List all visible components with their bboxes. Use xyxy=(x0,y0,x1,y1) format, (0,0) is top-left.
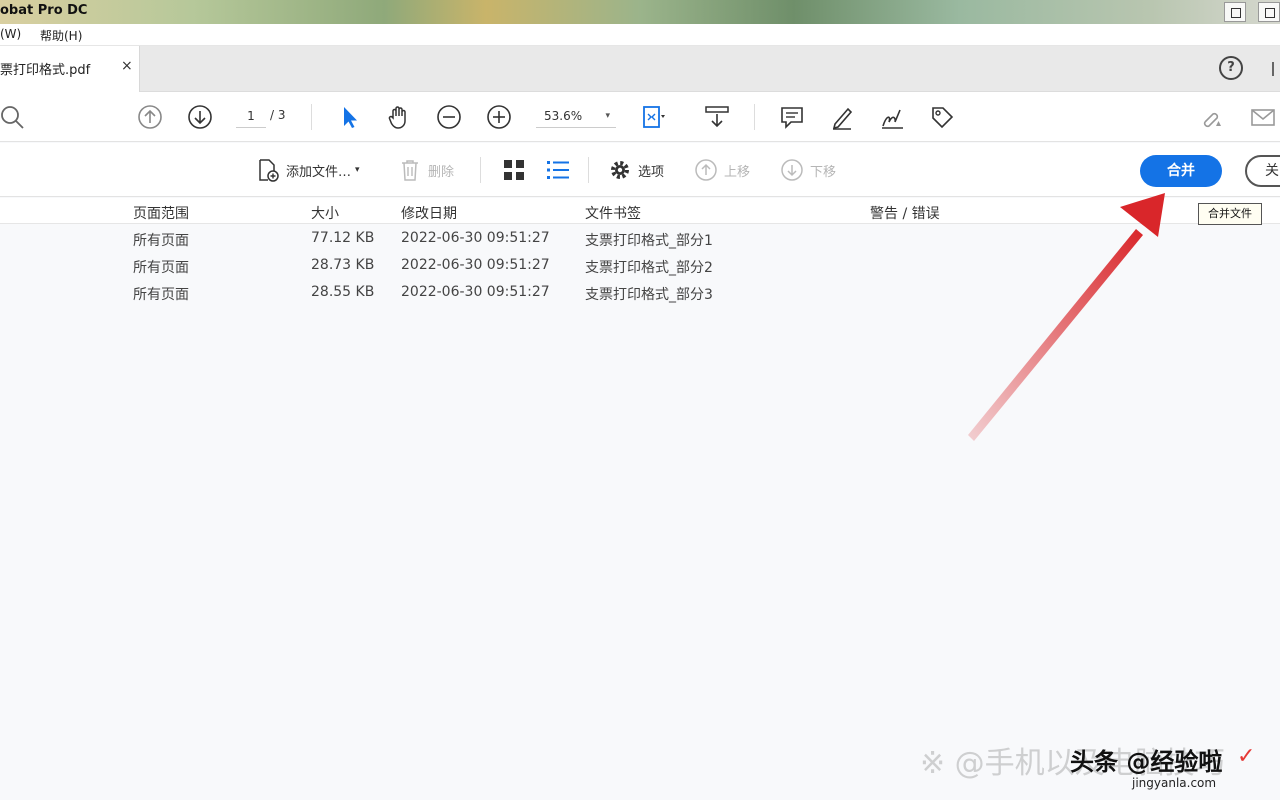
restore-button[interactable] xyxy=(1258,2,1280,22)
zoom-value: 53.6% xyxy=(544,109,583,123)
watermark-site: jingyanla.com xyxy=(1132,776,1217,790)
minimize-button[interactable] xyxy=(1224,2,1246,22)
arrow-down-circle-icon xyxy=(781,159,803,181)
page-number-input[interactable]: 1 xyxy=(236,106,266,128)
page-down-icon[interactable] xyxy=(187,104,213,130)
help-icon[interactable]: ? xyxy=(1219,56,1243,80)
page-total: / 3 xyxy=(270,108,286,122)
column-header-warnings[interactable]: 警告 / 错误 xyxy=(870,203,940,223)
divider xyxy=(754,104,755,130)
close-tab-icon[interactable]: × xyxy=(121,58,133,74)
cell-page-range: 所有页面 xyxy=(133,287,189,303)
options-button[interactable]: 选项 xyxy=(608,157,664,183)
cell-bookmark: 支票打印格式_部分3 xyxy=(585,287,713,303)
sign-icon[interactable] xyxy=(879,104,905,130)
cell-modified: 2022-06-30 09:51:27 xyxy=(401,230,550,246)
mail-icon[interactable] xyxy=(1250,104,1276,130)
tab-bar: 票打印格式.pdf × ? xyxy=(0,46,1280,92)
red-annotation-arrow xyxy=(968,193,1165,441)
arrow-up-circle-icon xyxy=(695,159,717,181)
options-label: 选项 xyxy=(638,164,665,180)
grid-view-icon xyxy=(504,160,524,180)
hand-icon[interactable] xyxy=(386,104,412,130)
chevron-down-icon: ▾ xyxy=(605,111,610,121)
zoom-level-select[interactable]: 53.6% ▾ xyxy=(536,106,616,128)
menu-window[interactable]: (W) xyxy=(0,27,21,41)
gear-icon xyxy=(611,161,629,179)
document-tab-label: 票打印格式.pdf xyxy=(0,63,91,78)
menu-bar: (W) 帮助(H) xyxy=(0,24,1280,46)
fit-page-icon[interactable] xyxy=(640,104,666,130)
move-down-button[interactable]: 下移 xyxy=(780,157,836,183)
list-view-button[interactable] xyxy=(546,157,576,183)
trash-icon xyxy=(402,160,418,181)
highlight-pen-icon[interactable] xyxy=(829,104,855,130)
title-bar: obat Pro DC xyxy=(0,0,1280,24)
move-up-label: 上移 xyxy=(724,164,751,180)
divider xyxy=(311,104,312,130)
scroll-mode-icon[interactable] xyxy=(704,104,730,130)
cell-modified: 2022-06-30 09:51:27 xyxy=(401,284,550,300)
cell-size: 28.55 KB xyxy=(311,284,375,300)
search-icon[interactable] xyxy=(0,104,26,130)
delete-button[interactable]: 删除 xyxy=(398,157,454,183)
cell-page-range: 所有页面 xyxy=(133,233,189,249)
cell-size: 77.12 KB xyxy=(311,230,375,246)
more-icon[interactable] xyxy=(1272,62,1280,76)
delete-label: 删除 xyxy=(428,164,455,180)
cell-bookmark: 支票打印格式_部分1 xyxy=(585,233,713,249)
list-view-icon xyxy=(547,161,569,179)
comment-icon[interactable] xyxy=(779,104,805,130)
close-button[interactable]: 关 xyxy=(1245,155,1280,187)
add-files-button[interactable]: 添加文件… ▾ xyxy=(256,157,360,183)
divider xyxy=(588,157,589,183)
cell-size: 28.73 KB xyxy=(311,257,375,273)
menu-help[interactable]: 帮助(H) xyxy=(40,27,82,44)
add-files-label: 添加文件… xyxy=(286,164,352,180)
chevron-down-icon: ▾ xyxy=(355,165,360,175)
select-cursor-icon[interactable] xyxy=(336,104,362,130)
main-toolbar: 1 / 3 53.6% ▾ xyxy=(0,92,1280,142)
share-link-icon[interactable] xyxy=(1199,104,1225,130)
move-up-button[interactable]: 上移 xyxy=(694,157,750,183)
acrobat-combine-files-window: obat Pro DC (W) 帮助(H) 票打印格式.pdf × ? 1 / … xyxy=(0,0,1280,800)
cell-modified: 2022-06-30 09:51:27 xyxy=(401,257,550,273)
add-file-icon xyxy=(259,159,279,182)
divider xyxy=(480,157,481,183)
combine-button[interactable]: 合并 xyxy=(1140,155,1222,187)
combine-tooltip: 合并文件 xyxy=(1198,203,1262,225)
watermark-brand: 头条 @经验啦 xyxy=(1070,748,1223,776)
cell-page-range: 所有页面 xyxy=(133,260,189,276)
window-title: obat Pro DC xyxy=(0,3,88,18)
zoom-out-icon[interactable] xyxy=(436,104,462,130)
column-header-page-range[interactable]: 页面范围 xyxy=(133,203,189,223)
move-down-label: 下移 xyxy=(810,164,837,180)
document-tab[interactable]: 票打印格式.pdf × xyxy=(0,46,140,92)
check-icon: ✓ xyxy=(1237,744,1256,769)
cell-bookmark: 支票打印格式_部分2 xyxy=(585,260,713,276)
stamp-icon[interactable] xyxy=(929,104,955,130)
column-header-bookmark[interactable]: 文件书签 xyxy=(585,203,641,223)
page-up-icon[interactable] xyxy=(137,104,163,130)
column-header-modified[interactable]: 修改日期 xyxy=(401,203,457,223)
column-header-size[interactable]: 大小 xyxy=(311,203,339,223)
thumbnail-view-button[interactable] xyxy=(502,157,532,183)
zoom-in-icon[interactable] xyxy=(486,104,512,130)
